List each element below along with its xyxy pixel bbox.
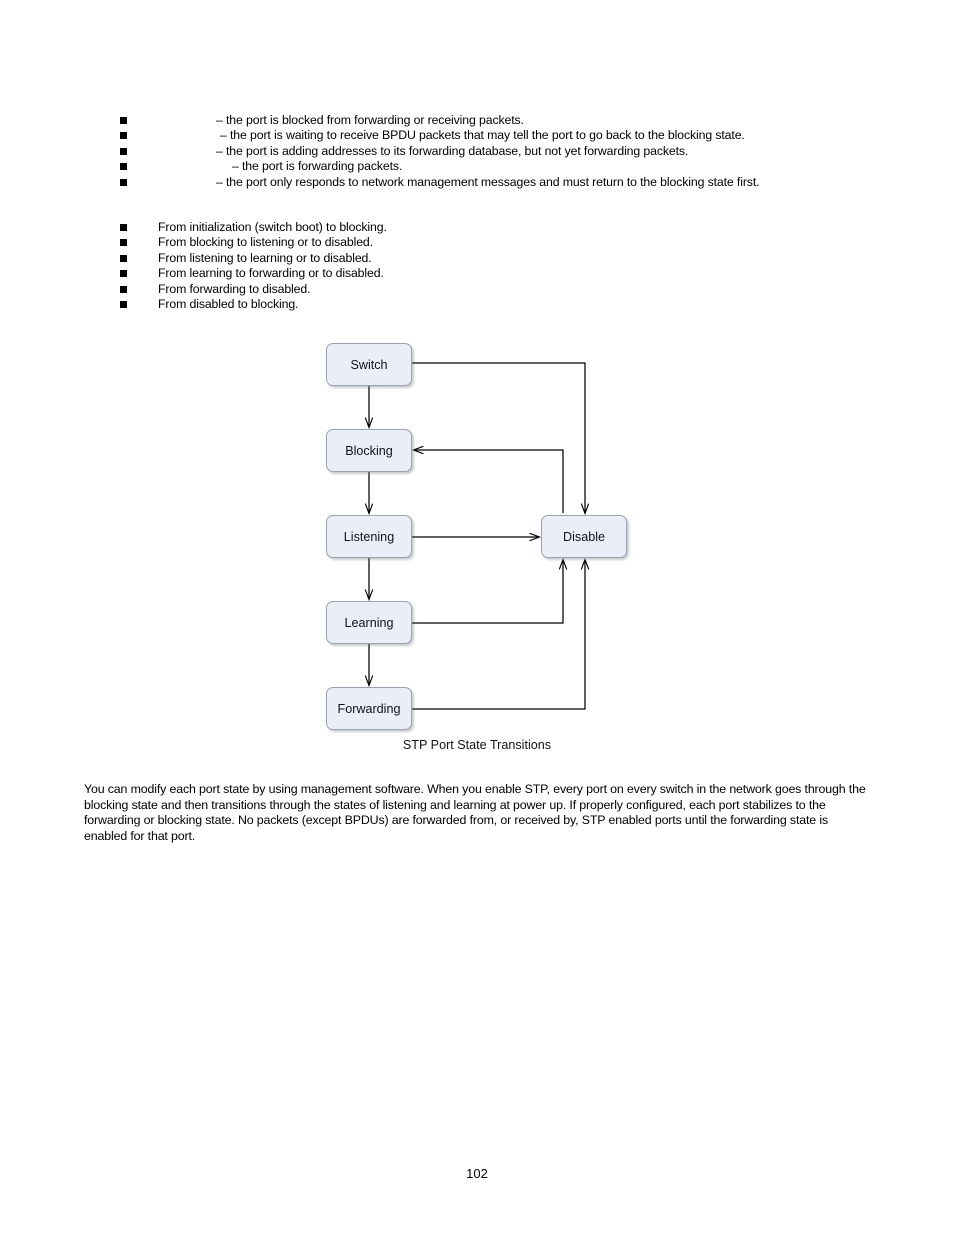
edge-disable-to-blocking <box>414 450 564 513</box>
square-bullet-icon <box>120 285 127 293</box>
square-bullet-icon <box>120 254 127 262</box>
list-item-label: – the port is forwarding packets. <box>232 159 403 174</box>
list-item-label: From initialization (switch boot) to blo… <box>158 220 387 234</box>
node-disable[interactable]: Disable <box>541 515 627 558</box>
list-item: From blocking to listening or to disable… <box>120 235 580 250</box>
node-label: Learning <box>344 615 394 630</box>
node-listening[interactable]: Listening <box>326 515 412 558</box>
page-number: 102 <box>466 1166 488 1181</box>
edge-switch-to-disable <box>412 362 585 513</box>
port-state-definition-list: – the port is blocked from forwarding or… <box>120 113 920 190</box>
list-item: From learning to forwarding or to disabl… <box>120 266 580 281</box>
list-item: From listening to learning or to disable… <box>120 251 580 266</box>
list-item: – the port is forwarding packets. <box>120 159 920 174</box>
square-bullet-icon <box>120 163 127 171</box>
node-label: Forwarding <box>337 701 401 716</box>
node-learning[interactable]: Learning <box>326 601 412 644</box>
list-item-label: From listening to learning or to disable… <box>158 250 372 265</box>
square-bullet-icon <box>120 178 127 186</box>
list-item: – the port is adding addresses to its fo… <box>120 144 920 159</box>
node-label: Blocking <box>345 443 393 458</box>
list-item-label: From learning to forwarding or to disabl… <box>158 266 384 281</box>
list-item-label: From forwarding to disabled. <box>158 281 311 296</box>
list-item: From forwarding to disabled. <box>120 282 580 297</box>
square-bullet-icon <box>120 117 127 124</box>
list-item-label: From disabled to blocking. <box>158 296 299 311</box>
list-item-label: – the port is blocked from forwarding or… <box>216 113 524 127</box>
list-item: – the port is waiting to receive BPDU pa… <box>120 128 920 143</box>
node-forwarding[interactable]: Forwarding <box>326 687 412 730</box>
flowchart-edges <box>0 362 954 710</box>
edge-learning-to-disable <box>412 560 563 624</box>
square-bullet-icon <box>120 147 127 155</box>
node-label: Listening <box>343 529 395 544</box>
node-blocking[interactable]: Blocking <box>326 429 412 472</box>
list-item: – the port is blocked from forwarding or… <box>120 113 920 128</box>
list-item-label: – the port is waiting to receive BPDU pa… <box>220 128 745 143</box>
list-item-label: From blocking to listening or to disable… <box>158 235 373 250</box>
list-item-label: – the port only responds to network mana… <box>216 174 760 189</box>
square-bullet-icon <box>120 239 127 247</box>
list-item: From disabled to blocking. <box>120 297 580 312</box>
node-label: Disable <box>563 529 605 544</box>
stp-port-state-transition-diagram: Switch Blocking Listening Learning Forwa… <box>0 330 954 770</box>
square-bullet-icon <box>120 270 127 278</box>
node-switch[interactable]: Switch <box>326 343 412 386</box>
list-item: – the port only responds to network mana… <box>120 175 920 190</box>
square-bullet-icon <box>120 132 127 140</box>
document-page: – the port is blocked from forwarding or… <box>0 0 954 1235</box>
square-bullet-icon <box>120 224 127 231</box>
body-paragraph: You can modify each port state by using … <box>84 782 866 844</box>
figure-caption: STP Port State Transitions <box>402 738 552 752</box>
square-bullet-icon <box>120 300 127 308</box>
edge-forwarding-to-disable <box>412 560 585 710</box>
state-transition-list: From initialization (switch boot) to blo… <box>120 220 580 312</box>
list-item: From initialization (switch boot) to blo… <box>120 220 580 235</box>
list-item-label: – the port is adding addresses to its fo… <box>216 143 689 158</box>
node-label: Switch <box>350 357 388 372</box>
